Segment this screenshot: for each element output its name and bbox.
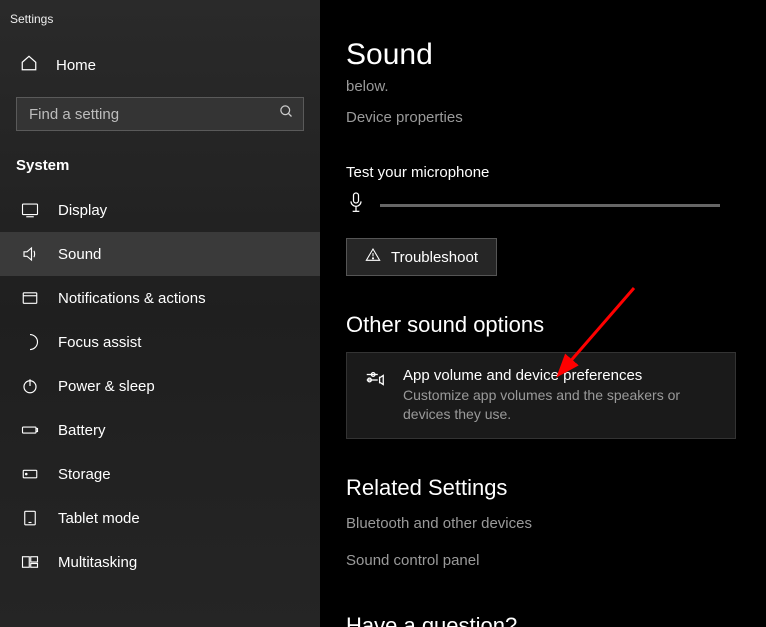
card-desc: Customize app volumes and the speakers o… [403,386,719,424]
test-mic-label: Test your microphone [346,164,740,181]
storage-icon [20,465,40,483]
multitasking-icon [20,553,40,571]
battery-icon [20,421,40,439]
window-title: Settings [0,8,320,44]
sidebar-item-power-sleep[interactable]: Power & sleep [0,364,320,408]
microphone-icon [346,191,366,220]
section-label-system: System [0,149,320,188]
sidebar-item-sound[interactable]: Sound [0,232,320,276]
page-title: Sound [346,38,740,72]
mic-row [346,191,740,220]
bluetooth-link[interactable]: Bluetooth and other devices [346,515,740,532]
sidebar-item-label: Battery [58,422,106,439]
sidebar-item-label: Notifications & actions [58,290,206,307]
sound-icon [20,245,40,263]
sidebar-item-label: Power & sleep [58,378,155,395]
related-heading: Related Settings [346,475,740,501]
troubleshoot-label: Troubleshoot [391,249,478,266]
mic-level-bar [380,204,720,207]
search-input[interactable] [16,97,304,131]
sidebar-item-multitasking[interactable]: Multitasking [0,540,320,584]
app-volume-card[interactable]: App volume and device preferences Custom… [346,352,736,439]
sidebar-item-battery[interactable]: Battery [0,408,320,452]
sidebar-item-label: Multitasking [58,554,137,571]
sidebar-item-label: Focus assist [58,334,141,351]
sidebar-item-focus-assist[interactable]: Focus assist [0,320,320,364]
sliders-icon [363,367,387,424]
display-icon [20,201,40,219]
home-label: Home [56,57,96,74]
home-icon [20,54,38,77]
sidebar-item-notifications[interactable]: Notifications & actions [0,276,320,320]
sidebar-item-label: Tablet mode [58,510,140,527]
power-icon [20,377,40,395]
sidebar-item-storage[interactable]: Storage [0,452,320,496]
home-nav[interactable]: Home [0,44,320,87]
notifications-icon [20,289,40,307]
warning-icon [365,247,381,267]
sidebar-item-label: Sound [58,246,101,263]
search-wrap [16,97,304,131]
other-options-heading: Other sound options [346,312,740,338]
truncated-text: below. [346,78,740,95]
sound-control-panel-link[interactable]: Sound control panel [346,552,740,569]
sidebar-item-display[interactable]: Display [0,188,320,232]
sidebar-item-label: Storage [58,466,111,483]
tablet-icon [20,509,40,527]
main-content: Sound below. Device properties Test your… [320,0,766,627]
device-properties-link[interactable]: Device properties [346,109,740,126]
question-heading: Have a question? [346,613,740,627]
sidebar-item-tablet-mode[interactable]: Tablet mode [0,496,320,540]
sidebar: Settings Home System Display Sound Notif… [0,0,320,627]
focus-assist-icon [20,333,40,351]
sidebar-item-label: Display [58,202,107,219]
troubleshoot-button[interactable]: Troubleshoot [346,238,497,276]
card-title: App volume and device preferences [403,367,719,384]
